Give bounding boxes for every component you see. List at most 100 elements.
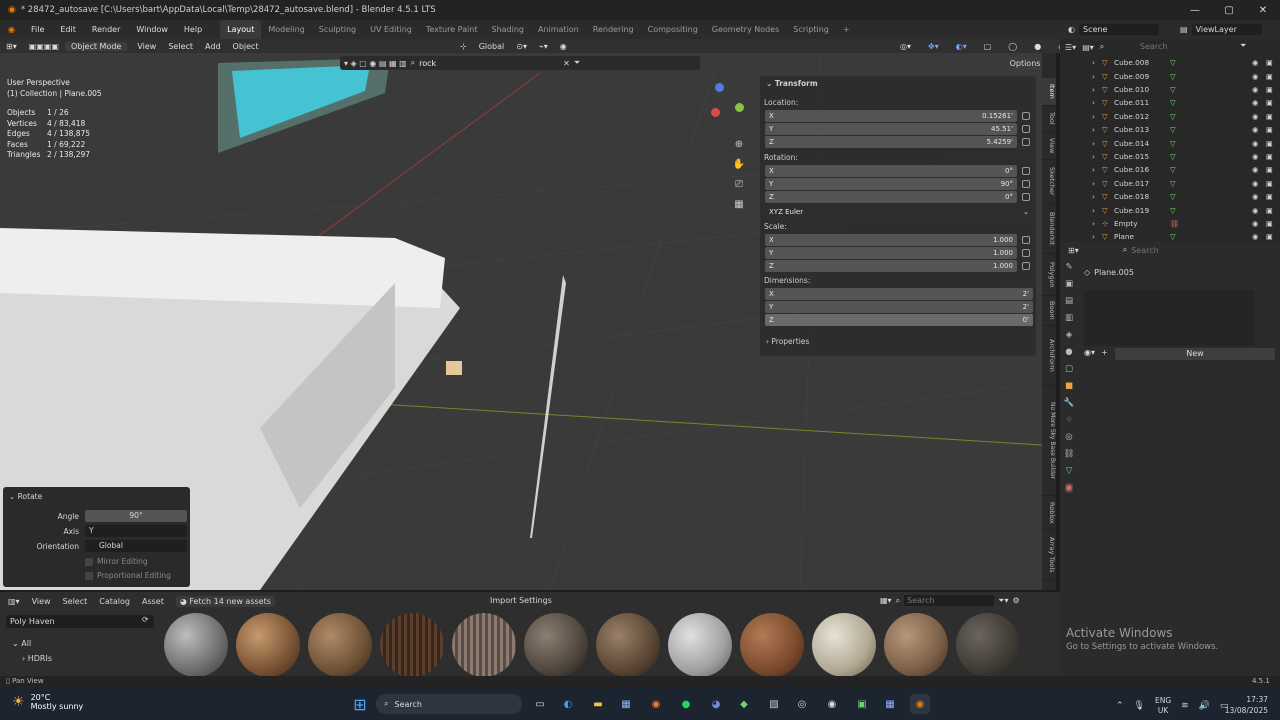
eye-icon[interactable]: ◉ (1252, 152, 1258, 161)
physics-tab-icon[interactable]: ◎ (1065, 432, 1072, 442)
tab-animation[interactable]: Animation (531, 20, 586, 39)
display-mode-icon[interactable]: ▤▾ (1082, 43, 1094, 52)
eye-icon[interactable]: ◉ (1252, 98, 1258, 107)
eye-icon[interactable]: ◉ (1252, 85, 1258, 94)
expand-icon[interactable]: › (1092, 125, 1102, 134)
constraints-tab-icon[interactable]: ⛓ (1064, 449, 1075, 459)
lock-icon[interactable] (1022, 236, 1030, 244)
tab-boom[interactable]: Boom (1042, 296, 1056, 326)
menu-catalog[interactable]: Catalog (99, 597, 130, 606)
viewport-search-input[interactable]: rock (419, 59, 559, 68)
tab-compositing[interactable]: Compositing (641, 20, 705, 39)
tab-uv-editing[interactable]: UV Editing (363, 20, 419, 39)
tab-sculpting[interactable]: Sculpting (312, 20, 363, 39)
view-layer-tab-icon[interactable]: ▥ (1065, 313, 1073, 323)
object-mode-dropdown[interactable]: Object Mode (64, 41, 128, 51)
expand-icon[interactable]: › (1092, 139, 1102, 148)
asset-thumbnail[interactable] (524, 613, 588, 677)
xray-icon[interactable]: ▢ (978, 42, 998, 51)
add-workspace-button[interactable]: + (836, 20, 857, 39)
expand-icon[interactable]: › (1092, 72, 1102, 81)
outliner-row[interactable]: › ▽ Cube.017 ▽ ◉ ▣ (1060, 177, 1280, 190)
spotify-icon[interactable]: ● (676, 694, 696, 714)
outliner-row[interactable]: › ▽ Cube.013 ▽ ◉ ▣ (1060, 123, 1280, 136)
dimensions-y-field[interactable]: Y 2' (765, 301, 1033, 313)
menu-window[interactable]: Window (128, 25, 176, 34)
catalog-all[interactable]: All (21, 639, 31, 648)
gizmo-y-icon[interactable] (735, 103, 744, 112)
eye-icon[interactable]: ◉ (1252, 192, 1258, 201)
lock-icon[interactable] (1022, 138, 1030, 146)
add-icon[interactable]: + (1101, 348, 1108, 357)
expand-icon[interactable]: › (1092, 152, 1102, 161)
tab-shading[interactable]: Shading (484, 20, 531, 39)
eye-icon[interactable]: ◉ (1252, 232, 1258, 241)
terminal-icon[interactable]: ▣ (852, 694, 872, 714)
store-icon[interactable]: ▦ (616, 694, 636, 714)
location-z-field[interactable]: Z 5.4259' (765, 136, 1017, 148)
menu-view[interactable]: View (131, 42, 162, 51)
display-size-icon[interactable]: ▦▾ (880, 596, 892, 605)
location-x-field[interactable]: X 0.15261' (765, 110, 1017, 122)
calculator-icon[interactable]: ▦ (880, 694, 900, 714)
tab-texture-paint[interactable]: Texture Paint (419, 20, 485, 39)
shading-solid-icon[interactable]: ● (1028, 42, 1047, 51)
camera-icon[interactable]: ▣ (1266, 125, 1273, 134)
scene-tab-icon[interactable]: ◈ (1066, 330, 1073, 340)
blender-taskbar-icon[interactable]: ◉ (910, 694, 930, 714)
eye-icon[interactable]: ◉ (1252, 206, 1258, 215)
lock-icon[interactable] (1022, 125, 1030, 133)
filter-icon[interactable]: ⏷▾ (998, 596, 1008, 606)
asset-thumbnail[interactable] (956, 613, 1020, 677)
menu-render[interactable]: Render (84, 25, 128, 34)
scale-x-field[interactable]: X 1.000 (765, 234, 1017, 246)
properties-type-icon[interactable]: ⊞▾ (1068, 246, 1079, 255)
expand-icon[interactable]: › (1092, 58, 1102, 67)
particles-tab-icon[interactable]: ⁘ (1065, 415, 1072, 425)
camera-icon[interactable]: ▣ (1266, 192, 1273, 201)
tab-rendering[interactable]: Rendering (586, 20, 641, 39)
outliner-row[interactable]: › ⊹ Empty ⛓ ◉ ▣ (1060, 217, 1280, 230)
tab-scripting[interactable]: Scripting (786, 20, 836, 39)
orientation-dropdown[interactable]: Global (85, 540, 187, 552)
eye-icon[interactable]: ◉ (1252, 72, 1258, 81)
tab-tool[interactable]: Tool (1042, 106, 1056, 132)
options-button[interactable]: Options (1008, 57, 1042, 70)
outliner-row[interactable]: › ▽ Cube.011 ▽ ◉ ▣ (1060, 96, 1280, 109)
refresh-icon[interactable]: ⟳ (142, 615, 149, 624)
github-icon[interactable]: ◉ (822, 694, 842, 714)
outliner-row[interactable]: › ▽ Cube.008 ▽ ◉ ▣ (1060, 56, 1280, 69)
outliner-row[interactable]: › ▽ Cube.019 ▽ ◉ ▣ (1060, 203, 1280, 216)
tab-view[interactable]: View (1042, 132, 1056, 160)
outliner-row[interactable]: › ▽ Cube.015 ▽ ◉ ▣ (1060, 150, 1280, 163)
asset-thumbnail[interactable] (884, 613, 948, 677)
tool-icons[interactable]: ▾ ◈ ▢ ◉ ▤ ▦ ▥ (344, 59, 407, 68)
tab-array-tools[interactable]: Array Tools (1042, 530, 1056, 580)
rotation-mode-dropdown[interactable]: XYZ Euler ⌄ (765, 206, 1033, 218)
output-tab-icon[interactable]: ▤ (1065, 296, 1073, 306)
gear-icon[interactable]: ⚙ (1012, 596, 1019, 605)
tab-layout[interactable]: Layout (220, 20, 262, 39)
data-tab-icon[interactable]: ▽ (1066, 466, 1073, 476)
menu-object[interactable]: Object (227, 42, 265, 51)
start-icon[interactable]: ⊞ (350, 694, 370, 714)
pivot-icon[interactable]: ⊙▾ (510, 42, 533, 51)
asset-thumbnail[interactable] (380, 613, 444, 677)
dimensions-x-field[interactable]: X 2' (765, 288, 1033, 300)
blender-menu-icon[interactable]: ◉ (0, 25, 23, 34)
zoom-icon[interactable]: ⊕ (731, 135, 747, 155)
minimize-button[interactable]: — (1178, 0, 1212, 20)
rotation-y-field[interactable]: Y 90° (765, 178, 1017, 190)
scale-y-field[interactable]: Y 1.000 (765, 247, 1017, 259)
collapse-icon[interactable]: ⌄ (766, 79, 775, 88)
outliner-row[interactable]: › ▽ Cube.018 ▽ ◉ ▣ (1060, 190, 1280, 203)
outliner-row[interactable]: › ▽ Cube.009 ▽ ◉ ▣ (1060, 69, 1280, 82)
taskbar-search[interactable]: ⌕ Search (376, 694, 522, 714)
material-tab-icon[interactable]: ◉ (1065, 483, 1073, 493)
tab-blenderkit[interactable]: Blenderkit (1042, 204, 1056, 254)
scale-z-field[interactable]: Z 1.000 (765, 260, 1017, 272)
tab-no-more-sky[interactable]: No More Sky Base Builder (1042, 386, 1056, 496)
camera-icon[interactable]: ▣ (1266, 112, 1273, 121)
outliner-row[interactable]: › ▽ Cube.016 ▽ ◉ ▣ (1060, 163, 1280, 176)
filter-icon[interactable]: ⏷ (574, 58, 580, 68)
